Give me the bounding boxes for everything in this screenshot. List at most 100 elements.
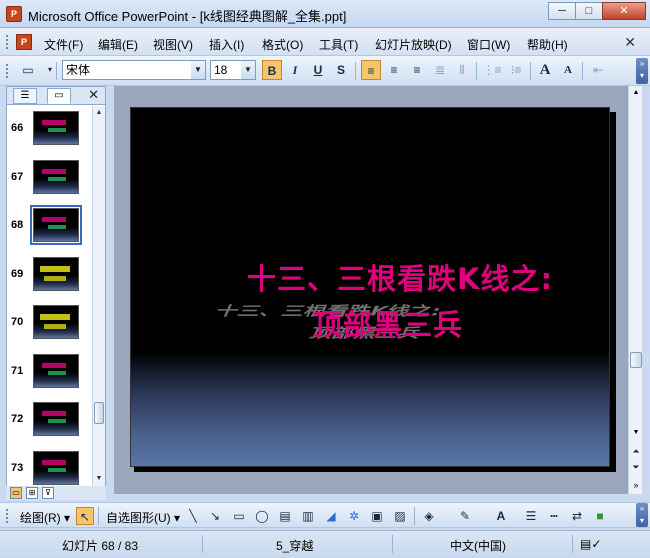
slide-preview-image[interactable] (33, 353, 79, 388)
rectangle-icon[interactable]: ▭ (230, 507, 248, 525)
scroll-up-icon[interactable]: ▲ (629, 86, 643, 100)
wordart-icon[interactable]: ◢ (322, 507, 340, 525)
slide-thumbnail[interactable]: 67 (7, 155, 93, 203)
menu-tools[interactable]: 工具(T) (319, 36, 358, 53)
slide-preview-image[interactable] (33, 305, 79, 339)
line-color-icon[interactable]: ✎ (456, 507, 474, 525)
distribute-icon[interactable]: ≣ (430, 60, 450, 80)
toolbar-grip[interactable] (6, 509, 9, 523)
menu-edit[interactable]: 编辑(E) (98, 36, 138, 53)
menu-window[interactable]: 窗口(W) (467, 36, 510, 53)
bold-button[interactable]: B (262, 60, 282, 80)
align-left-icon[interactable]: ≡ (361, 60, 381, 80)
slide-thumbnail[interactable]: 72 (7, 397, 93, 445)
slide-subtitle[interactable]: 顶部黑三兵 (313, 302, 463, 344)
numbering-icon[interactable]: ⋮≡ (482, 60, 502, 80)
slideshow-view-icon[interactable]: ⊽ (42, 487, 54, 499)
slide-preview-image[interactable] (30, 205, 82, 245)
minimize-button[interactable]: ─ (548, 2, 576, 20)
slide-preview-image[interactable] (33, 256, 79, 291)
design-template-name: 5_穿越 (276, 539, 314, 553)
arrow-icon[interactable]: ↘ (206, 507, 224, 525)
clipart-icon[interactable]: ▣ (368, 507, 386, 525)
slide-preview-image[interactable] (33, 402, 79, 436)
diagram-icon[interactable]: ✲ (345, 507, 363, 525)
slide-scrollbar[interactable]: ▲ ▼ ⏶ ⏷ » (628, 86, 642, 494)
powerpoint-app-icon[interactable]: P (6, 6, 22, 22)
slide-thumbnail[interactable]: 68 (7, 203, 93, 251)
shrink-font-button[interactable]: A (558, 60, 578, 80)
menu-bar: P 文件(F) 编辑(E) 视图(V) 插入(I) 格式(O) 工具(T) 幻灯… (0, 28, 650, 56)
insert-picture-icon[interactable]: ▨ (391, 507, 409, 525)
slide-thumbnail[interactable]: 71 (7, 349, 93, 397)
menu-format[interactable]: 格式(O) (262, 36, 303, 53)
grip-handle[interactable] (6, 35, 9, 49)
new-dropdown-arrow-icon[interactable]: ▾ (40, 60, 60, 80)
scroll-thumb[interactable] (94, 402, 104, 424)
bullets-icon[interactable]: ⁝≡ (506, 60, 526, 80)
spellcheck-icon[interactable]: ▤✓ (580, 537, 601, 551)
close-pane-icon[interactable]: ✕ (88, 87, 99, 103)
arrow-style-icon[interactable]: ⇄ (568, 507, 586, 525)
slide-preview-image[interactable] (33, 159, 79, 194)
toolbar-options-icon[interactable]: » ▾ (636, 58, 648, 84)
font-size-dropdown-icon[interactable]: ▼ (241, 61, 255, 79)
text-shadow-button[interactable]: S (331, 60, 351, 80)
toolbar-options-icon[interactable]: » (629, 478, 643, 492)
font-size-select[interactable]: 18 ▼ (210, 60, 256, 80)
scroll-down-icon[interactable]: ▼ (629, 426, 643, 440)
scroll-down-icon[interactable]: ▼ (93, 472, 105, 486)
new-document-icon[interactable]: ▭ (18, 60, 38, 80)
toolbar-options-icon[interactable]: » ▾ (636, 503, 648, 527)
slide-sorter-view-icon[interactable]: ⊞ (26, 487, 38, 499)
document-close-icon[interactable]: ✕ (624, 34, 636, 51)
scroll-up-icon[interactable]: ▲ (93, 106, 105, 120)
slide-preview-image[interactable] (33, 111, 79, 145)
font-name-dropdown-icon[interactable]: ▼ (191, 61, 205, 79)
vertical-textbox-icon[interactable]: ▥ (299, 507, 317, 525)
oval-icon[interactable]: ◯ (253, 507, 271, 525)
menu-file[interactable]: 文件(F) (44, 36, 83, 53)
slides-tab[interactable]: ▭ (47, 88, 71, 104)
thumbnails-scrollbar[interactable]: ▲ ▼ (92, 106, 105, 486)
fill-color-icon[interactable]: ◈ (420, 507, 438, 525)
align-center-icon[interactable]: ≡ (384, 60, 404, 80)
autoshapes-menu-button[interactable]: 自选图形(U) ▾ (106, 509, 180, 526)
slide-thumbnail[interactable]: 73 (7, 446, 93, 487)
draw-menu-button[interactable]: 绘图(R) ▾ (20, 509, 70, 526)
current-slide[interactable]: 十三、三根看跌K线之: 顶部黑三兵 十三、三根看跌K线之: 顶部黑三兵 (130, 107, 610, 467)
document-icon[interactable]: P (16, 34, 32, 50)
menu-help[interactable]: 帮助(H) (527, 36, 568, 53)
previous-slide-icon[interactable]: ⏶ (629, 444, 643, 458)
decrease-indent-icon[interactable]: ⇤ (588, 60, 608, 80)
maximize-button[interactable]: □ (575, 2, 603, 20)
close-window-button[interactable]: ✕ (602, 2, 646, 20)
underline-button[interactable]: U (308, 60, 328, 80)
scroll-thumb[interactable] (630, 352, 642, 368)
dash-style-icon[interactable]: ┅ (545, 507, 563, 525)
font-name-select[interactable]: 宋体 ▼ (62, 60, 206, 80)
line-style-icon[interactable]: ☰ (522, 507, 540, 525)
slide-preview-image[interactable] (33, 450, 79, 485)
normal-view-icon[interactable]: ▭ (10, 487, 22, 499)
grow-font-button[interactable]: A (535, 60, 555, 80)
textbox-icon[interactable]: ▤ (276, 507, 294, 525)
slide-thumbnail[interactable]: 69 (7, 252, 93, 300)
slide-thumbnail[interactable]: 66 (7, 106, 93, 154)
slide-thumbnail[interactable]: 70 (7, 300, 93, 348)
slide-title[interactable]: 十三、三根看跌K线之: (247, 256, 553, 298)
shadow-style-icon[interactable]: ■ (591, 507, 609, 525)
font-color-icon[interactable]: A (492, 507, 510, 525)
title-bar: P Microsoft Office PowerPoint - [k线图经典图解… (0, 0, 650, 28)
italic-button[interactable]: I (285, 60, 305, 80)
menu-insert[interactable]: 插入(I) (209, 36, 244, 53)
next-slide-icon[interactable]: ⏷ (629, 460, 643, 474)
menu-view[interactable]: 视图(V) (153, 36, 193, 53)
outline-tab[interactable]: ☰ (13, 88, 37, 104)
line-icon[interactable]: ╲ (184, 507, 202, 525)
vertical-text-icon[interactable]: ⫴ (452, 60, 472, 80)
align-right-icon[interactable]: ≡ (407, 60, 427, 80)
select-objects-arrow-icon[interactable]: ↖ (76, 507, 94, 525)
menu-slideshow[interactable]: 幻灯片放映(D) (375, 36, 452, 53)
toolbar-grip[interactable] (6, 64, 9, 78)
